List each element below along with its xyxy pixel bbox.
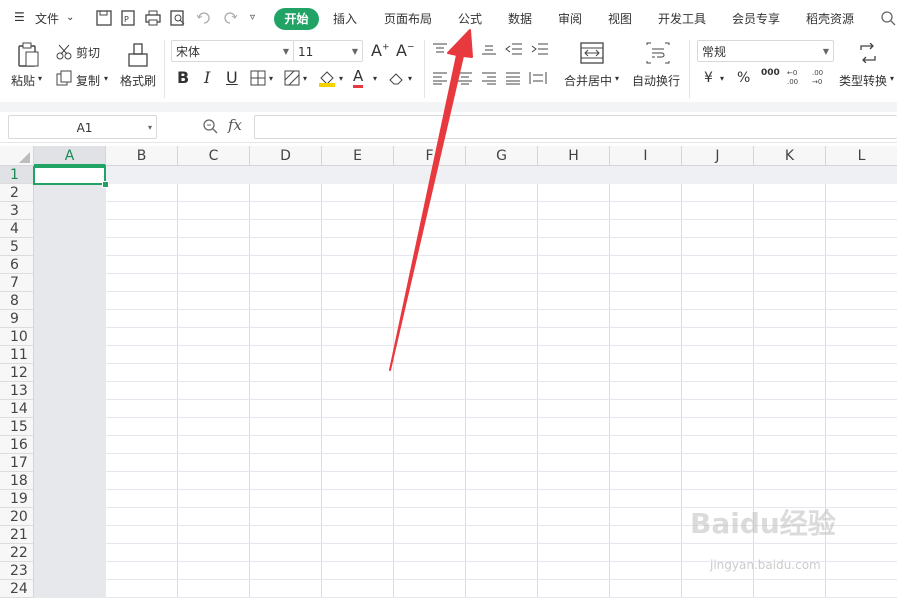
- watermark-url: jingyan.baidu.com: [710, 558, 821, 572]
- watermark-brand: Baidu经验: [690, 507, 836, 540]
